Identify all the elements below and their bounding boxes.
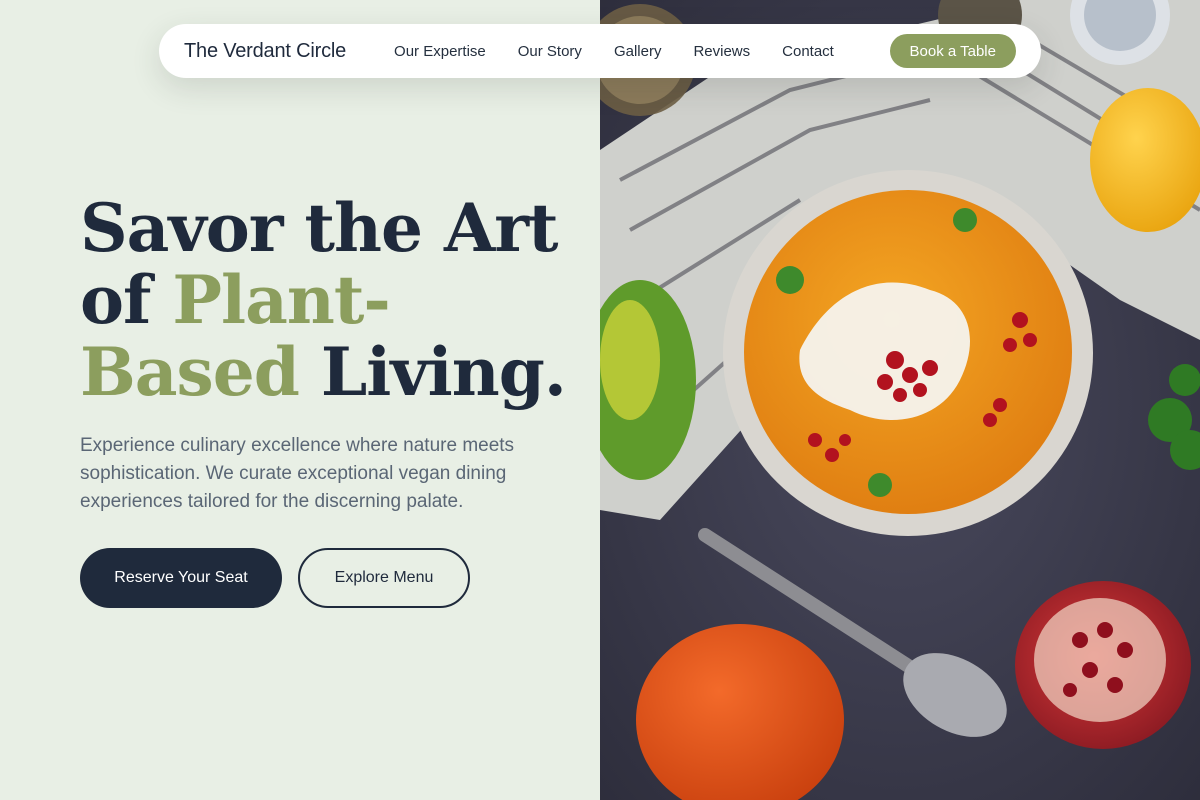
headline-plant: Plant-	[172, 261, 390, 339]
reserve-seat-button[interactable]: Reserve Your Seat	[80, 548, 282, 608]
hero-food-image	[600, 0, 1200, 800]
hero-lead-text: Experience culinary excellence where nat…	[80, 435, 515, 512]
brand-logo[interactable]: The Verdant Circle	[184, 40, 346, 63]
nav-link-reviews[interactable]: Reviews	[693, 43, 750, 60]
soup-photo-illustration	[600, 0, 1200, 800]
nav-link-contact[interactable]: Contact	[782, 43, 834, 60]
nav-link-our-story[interactable]: Our Story	[518, 43, 582, 60]
headline-of: of	[80, 261, 173, 339]
top-navigation: The Verdant Circle Our Expertise Our Sto…	[159, 24, 1041, 78]
nav-link-our-expertise[interactable]: Our Expertise	[394, 43, 486, 60]
nav-links: Our Expertise Our Story Gallery Reviews …	[394, 43, 834, 60]
headline-line-1: Savor the Art	[80, 189, 558, 267]
hero-headline: Savor the Art of Plant- Based Living.	[80, 192, 580, 408]
book-table-button[interactable]: Book a Table	[889, 34, 1016, 68]
explore-menu-button[interactable]: Explore Menu	[298, 548, 470, 608]
nav-link-gallery[interactable]: Gallery	[614, 43, 662, 60]
headline-living: Living.	[298, 333, 567, 411]
headline-based: Based	[80, 333, 300, 411]
